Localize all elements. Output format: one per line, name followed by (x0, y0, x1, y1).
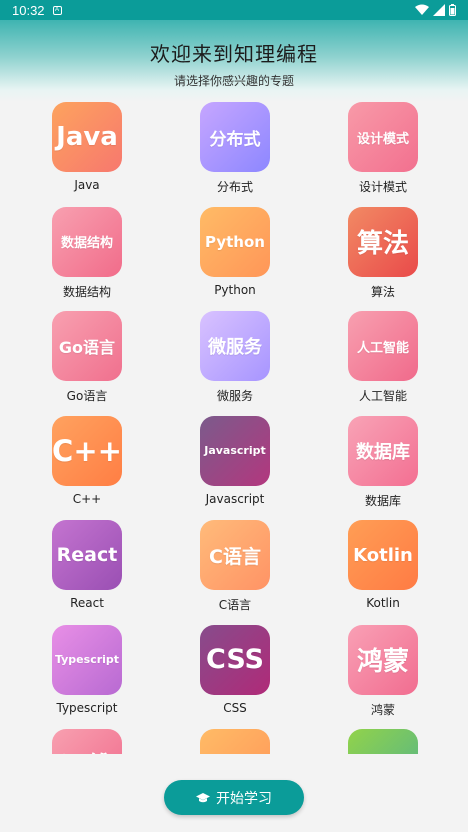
topic-tile[interactable]: 微服务 (200, 311, 270, 381)
topic-tile[interactable]: Typescript (52, 624, 122, 695)
topic-label: Java (74, 178, 100, 192)
topic-tile[interactable] (348, 729, 418, 754)
page-subtitle: 请选择你感兴趣的专题 (173, 74, 294, 88)
topic-item[interactable]: Java Java (51, 102, 123, 207)
topic-label: CSS (223, 700, 247, 715)
topic-label: 数据库 (364, 493, 401, 508)
topic-label: 数据结构 (62, 284, 111, 299)
topic-item[interactable]: C++ C++ (51, 415, 123, 521)
topic-label: Kotlin (366, 596, 400, 610)
graduation-cap-icon (196, 791, 210, 805)
topic-item[interactable]: Typescript Typescript (51, 624, 123, 730)
topic-grid: Java Java 分布式 分布式 设计模式 设计模式 数据结构 数据结构 Python Pyth… (0, 102, 468, 754)
status-time: 10:32 (12, 2, 45, 18)
topic-item[interactable] (347, 729, 419, 754)
topic-item[interactable]: Kotlin Kotlin (347, 520, 419, 625)
topic-label: 微服务 (216, 389, 253, 403)
signal-icon (433, 4, 445, 16)
topic-item[interactable]: Javascript Javascript (199, 415, 271, 521)
topic-label: Python (214, 282, 256, 297)
topic-item[interactable]: Python Python (199, 206, 271, 312)
topic-tile[interactable]: Java (52, 102, 122, 172)
topic-label: 算法 (370, 284, 395, 299)
topic-item[interactable]: 鸿蒙 鸿蒙 (347, 624, 419, 730)
status-icons (415, 4, 456, 16)
topic-label: React (70, 596, 104, 610)
page-title: 欢迎来到知理编程 (150, 42, 318, 66)
topic-tile[interactable]: 运维 (52, 729, 122, 754)
topic-label: 分布式 (216, 180, 253, 194)
topic-item[interactable] (199, 729, 271, 754)
topic-label: C语言 (218, 598, 252, 612)
topic-item[interactable]: 算法 算法 (347, 206, 419, 312)
topic-tile[interactable]: Javascript (200, 415, 270, 486)
status-bar: 10:32 A (0, 0, 468, 20)
topic-label: C++ (72, 491, 102, 506)
topic-item[interactable]: 设计模式 设计模式 (347, 102, 419, 207)
topic-label: Javascript (205, 491, 265, 506)
topic-tile[interactable]: React (52, 520, 122, 590)
topic-label: 设计模式 (358, 180, 407, 194)
header: 欢迎来到知理编程 请选择你感兴趣的专题 (0, 20, 468, 102)
topic-item[interactable]: Go语言 Go语言 (51, 311, 123, 416)
topic-grid-viewport[interactable]: Java Java 分布式 分布式 设计模式 设计模式 数据结构 数据结构 Python Pyth… (0, 102, 468, 754)
topic-tile[interactable]: 数据结构 (52, 206, 122, 277)
topic-item[interactable]: 数据库 数据库 (347, 415, 419, 521)
topic-item[interactable]: 运维 (51, 729, 123, 754)
topic-item[interactable]: 分布式 分布式 (199, 102, 271, 207)
start-learning-button[interactable]: 开始学习 (164, 780, 304, 815)
topic-label: Typescript (56, 700, 118, 715)
battery-icon (449, 4, 456, 16)
wifi-icon (415, 4, 429, 15)
topic-item[interactable]: 微服务 微服务 (199, 311, 271, 416)
topic-tile[interactable]: CSS (200, 624, 270, 695)
start-learning-label: 开始学习 (216, 790, 272, 807)
topic-item[interactable]: 数据结构 数据结构 (51, 206, 123, 312)
topic-item[interactable]: C语言 C语言 (199, 520, 271, 625)
topic-tile[interactable]: Kotlin (348, 520, 418, 590)
topic-label: 鸿蒙 (370, 702, 395, 717)
notification-icon: A (52, 5, 62, 15)
topic-tile[interactable]: Python (200, 206, 270, 277)
topic-label: Go语言 (66, 389, 108, 403)
topic-item[interactable]: CSS CSS (199, 624, 271, 730)
topic-item[interactable]: React React (51, 520, 123, 625)
topic-tile[interactable]: 人工智能 (348, 311, 418, 381)
topic-item[interactable]: 人工智能 人工智能 (347, 311, 419, 416)
topic-label: 人工智能 (358, 389, 407, 403)
topic-tile[interactable]: C语言 (200, 520, 270, 590)
topic-tile[interactable]: Go语言 (52, 311, 122, 381)
topic-tile[interactable]: 鸿蒙 (348, 624, 418, 695)
topic-tile[interactable]: 数据库 (348, 415, 418, 486)
topic-tile[interactable] (200, 729, 270, 754)
topic-tile[interactable]: 算法 (348, 206, 418, 277)
topic-tile[interactable]: 分布式 (200, 102, 270, 172)
topic-tile[interactable]: C++ (52, 415, 122, 486)
topic-tile[interactable]: 设计模式 (348, 102, 418, 172)
